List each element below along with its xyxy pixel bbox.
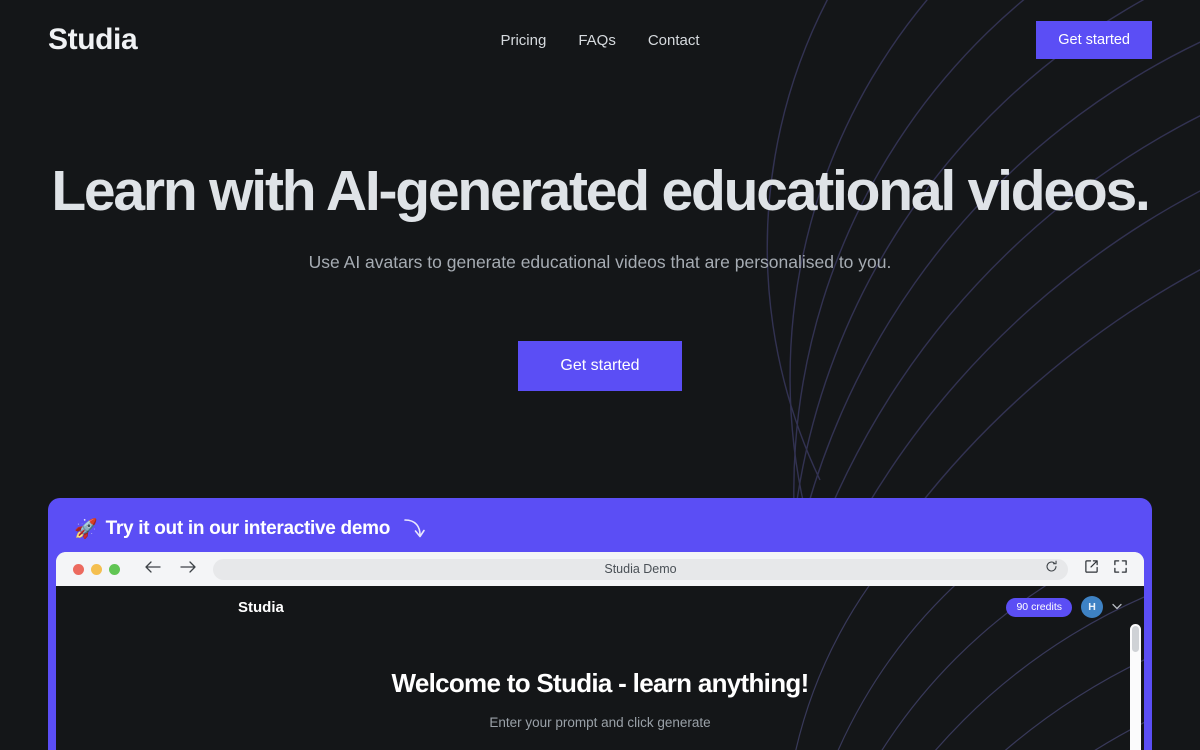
external-link-icon[interactable] (1084, 559, 1099, 579)
browser-nav-buttons (144, 560, 197, 579)
nav-link-pricing[interactable]: Pricing (500, 32, 546, 49)
reload-icon[interactable] (1045, 560, 1058, 578)
demo-app-content: Welcome to Studia - learn anything! Ente… (56, 628, 1144, 730)
chevron-down-icon[interactable] (1112, 602, 1122, 613)
demo-app-logo[interactable]: Studia (238, 599, 284, 616)
demo-app-account-area: 90 credits H (1006, 596, 1122, 618)
demo-banner: 🚀 Try it out in our interactive demo (48, 498, 1152, 560)
hero-heading: Learn with AI-generated educational vide… (51, 159, 1151, 223)
demo-welcome-subtext: Enter your prompt and click generate (489, 715, 711, 730)
demo-vertical-scrollbar[interactable] (1130, 624, 1141, 750)
demo-welcome-heading: Welcome to Studia - learn anything! (391, 668, 809, 698)
hero-cta-container: Get started (0, 340, 1200, 391)
nav-link-faqs[interactable]: FAQs (578, 32, 616, 49)
top-navigation-bar: Studia Pricing FAQs Contact Get started (0, 0, 1200, 80)
hero-section: Learn with AI-generated educational vide… (0, 80, 1200, 391)
fullscreen-icon[interactable] (1113, 559, 1128, 579)
credits-badge: 90 credits (1006, 597, 1072, 617)
avatar[interactable]: H (1081, 596, 1103, 618)
window-maximize-button[interactable] (109, 563, 120, 575)
demo-app-header: Studia 90 credits H (56, 586, 1144, 628)
window-minimize-button[interactable] (91, 563, 102, 575)
landing-page: Studia Pricing FAQs Contact Get started … (0, 0, 1200, 750)
demo-app-viewport: Studia 90 credits H Welcome to Studia - … (56, 586, 1144, 750)
arrow-left-icon[interactable] (144, 560, 162, 579)
demo-banner-text: Try it out in our interactive demo (105, 518, 391, 539)
nav-links: Pricing FAQs Contact (0, 32, 1200, 49)
rocket-icon: 🚀 (74, 518, 98, 540)
hero-get-started-button[interactable]: Get started (518, 340, 682, 391)
traffic-light-buttons (73, 563, 120, 575)
curved-down-arrow-icon (402, 516, 426, 547)
demo-scrollbar-thumb[interactable] (1132, 626, 1139, 652)
browser-chrome-actions (1084, 559, 1128, 579)
browser-page-title: Studia Demo (604, 562, 677, 576)
browser-chrome-bar: Studia Demo (56, 552, 1144, 586)
hero-subheading: Use AI avatars to generate educational v… (308, 251, 892, 272)
arrow-right-icon[interactable] (179, 560, 197, 579)
interactive-demo-card: 🚀 Try it out in our interactive demo Stu… (48, 498, 1152, 750)
browser-mockup: Studia Demo Studia 90 credits H Welcome … (56, 552, 1144, 750)
browser-address-bar[interactable]: Studia Demo (213, 558, 1068, 580)
window-close-button[interactable] (73, 563, 84, 575)
nav-link-contact[interactable]: Contact (648, 32, 700, 49)
